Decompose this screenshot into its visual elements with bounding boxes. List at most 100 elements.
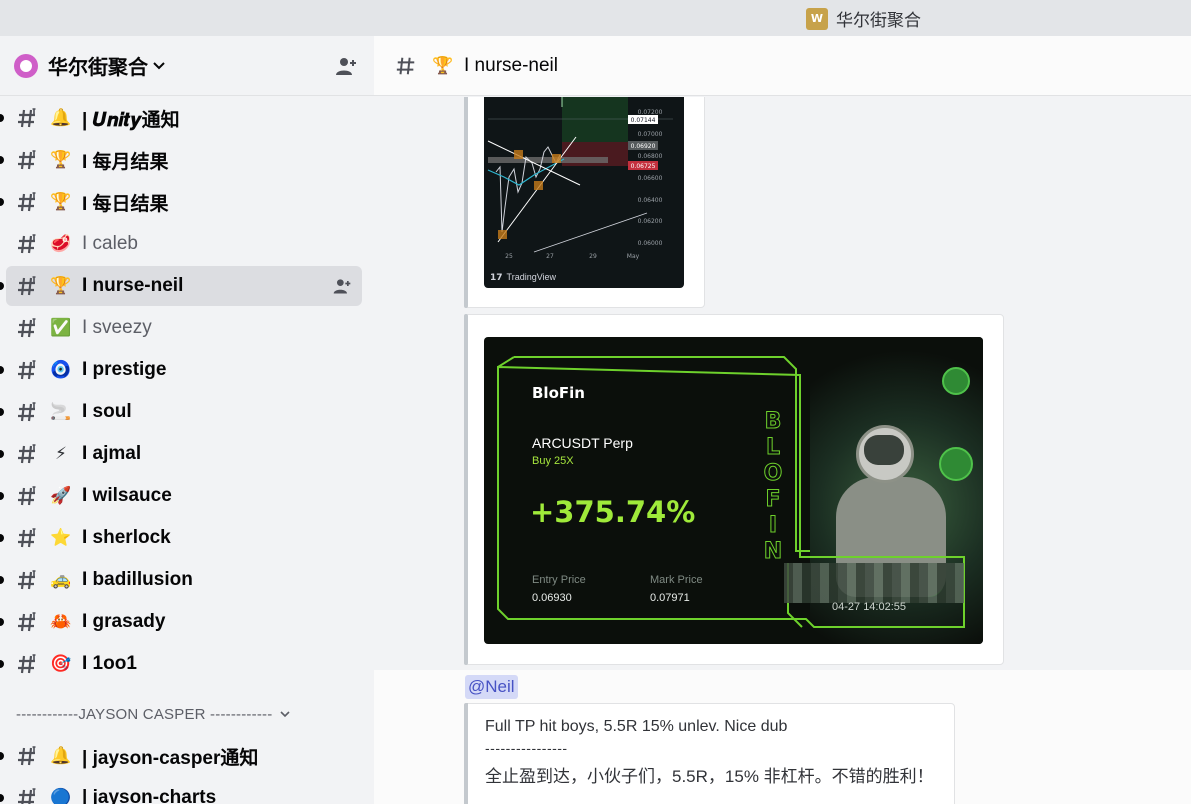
sidebar-channel-item[interactable]: ✅ I sveezy bbox=[6, 308, 362, 348]
channel-emoji-icon: 🏆 bbox=[50, 150, 72, 169]
sidebar-channel-item[interactable]: 🚬 I soul bbox=[0, 392, 362, 432]
channel-category-header[interactable]: ------------JAYSON CASPER ------------ bbox=[0, 694, 374, 734]
channel-emoji-icon: 🦀 bbox=[50, 612, 72, 631]
trade-side-leverage: Buy 25X bbox=[532, 455, 574, 467]
sidebar-channel-item[interactable]: 🚀 I wilsauce bbox=[0, 476, 362, 516]
invite-member-icon[interactable] bbox=[332, 52, 360, 80]
trade-pair: ARCUSDT Perp bbox=[532, 435, 633, 451]
sidebar-channel-item[interactable]: ⭐ I sherlock bbox=[0, 518, 362, 558]
trophy-icon: 🏆 bbox=[432, 55, 454, 75]
channel-name: | jayson-casper通知 bbox=[82, 747, 259, 769]
sidebar-channel-item[interactable]: 🧿 I prestige bbox=[0, 350, 362, 390]
user-mention[interactable]: @Neil bbox=[465, 675, 518, 699]
channel-emoji-icon: 🚬 bbox=[50, 402, 72, 421]
text-channel-icon bbox=[16, 744, 40, 768]
unread-indicator bbox=[0, 752, 4, 760]
mark-price-label: Mark Price bbox=[650, 574, 703, 586]
channel-emoji-icon: ⭐ bbox=[50, 528, 72, 547]
channel-name: I nurse-neil bbox=[82, 275, 184, 296]
text-channel-icon bbox=[16, 148, 40, 172]
message-text-zh: 全止盈到达，小伙子们，5.5R，15% 非杠杆。不错的胜利！ bbox=[485, 767, 934, 786]
blofin-vertical-wordmark: BLOFIN bbox=[762, 409, 784, 565]
channel-name: I sveezy bbox=[82, 317, 152, 338]
unread-indicator bbox=[0, 114, 4, 122]
sidebar-channel-item[interactable]: ⚡ I ajmal bbox=[0, 434, 362, 474]
text-channel-icon bbox=[16, 106, 40, 130]
chart-drawing: 0.07200 0.07144 0.07000 0.06920 0.06800 … bbox=[487, 97, 673, 260]
channel-name: I grasady bbox=[82, 611, 166, 632]
time-label: 27 bbox=[546, 253, 554, 260]
message-area: 0.07200 0.07144 0.07000 0.06920 0.06800 … bbox=[374, 97, 1191, 804]
text-channel-icon bbox=[16, 232, 40, 256]
channel-header: 🏆 I nurse-neil bbox=[374, 36, 1191, 96]
category-label: ------------JAYSON CASPER ------------ bbox=[16, 705, 273, 723]
sidebar-channel-item[interactable]: 🔔 | jayson-casper通知 bbox=[0, 736, 362, 776]
text-channel-icon bbox=[16, 610, 40, 634]
sidebar-channel-item[interactable]: 🏆 I 每日结果 bbox=[0, 182, 362, 222]
time-label: 25 bbox=[505, 253, 513, 260]
unread-indicator bbox=[0, 282, 4, 290]
price-label: 0.06725 bbox=[631, 163, 656, 170]
unread-indicator bbox=[0, 492, 4, 500]
text-channel-icon bbox=[16, 484, 40, 508]
wordmark-letter: F bbox=[765, 487, 781, 513]
chart-price-axis: 0.07200 0.07144 0.07000 0.06920 0.06800 … bbox=[631, 109, 663, 247]
sidebar-channel-item[interactable]: 🎯 I 1oo1 bbox=[0, 644, 362, 684]
text-channel-icon bbox=[16, 526, 40, 550]
channel-emoji-icon: ✅ bbox=[50, 318, 72, 337]
chart-time-axis: 25 27 29 May bbox=[505, 253, 639, 260]
unread-indicator bbox=[0, 366, 4, 374]
channel-emoji-icon: 🏆 bbox=[50, 192, 72, 211]
blofin-pnl-card[interactable]: BloFin ARCUSDT Perp Buy 25X +375.74% Ent… bbox=[484, 337, 983, 644]
unread-indicator bbox=[0, 660, 4, 668]
price-label: 0.07144 bbox=[631, 117, 656, 124]
entry-price-label: Entry Price bbox=[532, 574, 586, 586]
channel-emoji-icon: 🚀 bbox=[50, 486, 72, 505]
quote-bar bbox=[464, 703, 468, 804]
chart-screenshot[interactable]: 0.07200 0.07144 0.07000 0.06920 0.06800 … bbox=[484, 97, 684, 288]
chevron-down-icon bbox=[152, 58, 166, 74]
window-titlebar: W 华尔街聚合 bbox=[0, 0, 1191, 36]
channel-list: 🔔 | 𝑼𝒏𝒊𝒕𝒚通知 🏆 I 每月结果 🏆 I 每日结果 🥩 I caleb 🏆 I nurse… bbox=[0, 98, 374, 804]
wordmark-letter: I bbox=[768, 513, 778, 539]
server-icon bbox=[14, 53, 38, 78]
sidebar-channel-item[interactable]: 🏆 I 每月结果 bbox=[0, 140, 362, 180]
server-header[interactable]: 华尔街聚合 bbox=[0, 36, 374, 96]
unread-indicator bbox=[0, 534, 4, 542]
channel-name: I 1oo1 bbox=[82, 653, 137, 674]
channel-name: | 𝑼𝒏𝒊𝒕𝒚通知 bbox=[82, 109, 180, 131]
channel-emoji-icon: 🧿 bbox=[50, 360, 72, 379]
invite-to-channel-icon[interactable] bbox=[330, 274, 354, 298]
message-divider: ---------------- bbox=[485, 740, 568, 756]
chevron-down-icon bbox=[280, 707, 290, 721]
sidebar-channel-item[interactable]: 🏆 I nurse-neil bbox=[0, 266, 362, 306]
channel-emoji-icon: 🔔 bbox=[50, 108, 72, 127]
price-label: 0.06400 bbox=[638, 197, 663, 204]
text-channel-icon bbox=[16, 358, 40, 382]
sidebar-channel-item[interactable]: 🔔 | 𝑼𝒏𝒊𝒕𝒚通知 bbox=[0, 98, 362, 138]
unread-indicator bbox=[0, 198, 4, 206]
channel-name: | jayson-charts bbox=[82, 787, 217, 804]
channel-emoji-icon: 🥩 bbox=[50, 234, 72, 253]
unread-indicator bbox=[0, 618, 4, 626]
sidebar-channel-item[interactable]: 🦀 I grasady bbox=[0, 602, 362, 642]
price-label: 0.06200 bbox=[638, 218, 663, 225]
unread-indicator bbox=[0, 794, 4, 802]
channel-name: I 每月结果 bbox=[82, 151, 169, 173]
channel-emoji-icon: 🚕 bbox=[50, 570, 72, 589]
text-channel-icon bbox=[16, 442, 40, 466]
sidebar-channel-item[interactable]: 🚕 I badillusion bbox=[0, 560, 362, 600]
tradingview-watermark: TradingView bbox=[506, 272, 557, 282]
roi-value: +375.74% bbox=[530, 495, 696, 529]
channel-name: I sherlock bbox=[82, 527, 171, 548]
unread-indicator bbox=[0, 408, 4, 416]
sidebar-channel-item[interactable]: 🥩 I caleb bbox=[6, 224, 362, 264]
channel-emoji-icon: ⚡ bbox=[55, 444, 67, 463]
header-channel-name: I nurse-neil bbox=[464, 54, 558, 76]
app-title: 华尔街聚合 bbox=[836, 11, 921, 30]
quote-bar bbox=[464, 97, 468, 308]
text-channel-icon bbox=[16, 786, 40, 804]
price-label: 0.07000 bbox=[638, 131, 663, 138]
entry-price-value: 0.06930 bbox=[532, 592, 572, 604]
sidebar-channel-item[interactable]: 🔵 | jayson-charts bbox=[0, 778, 362, 804]
